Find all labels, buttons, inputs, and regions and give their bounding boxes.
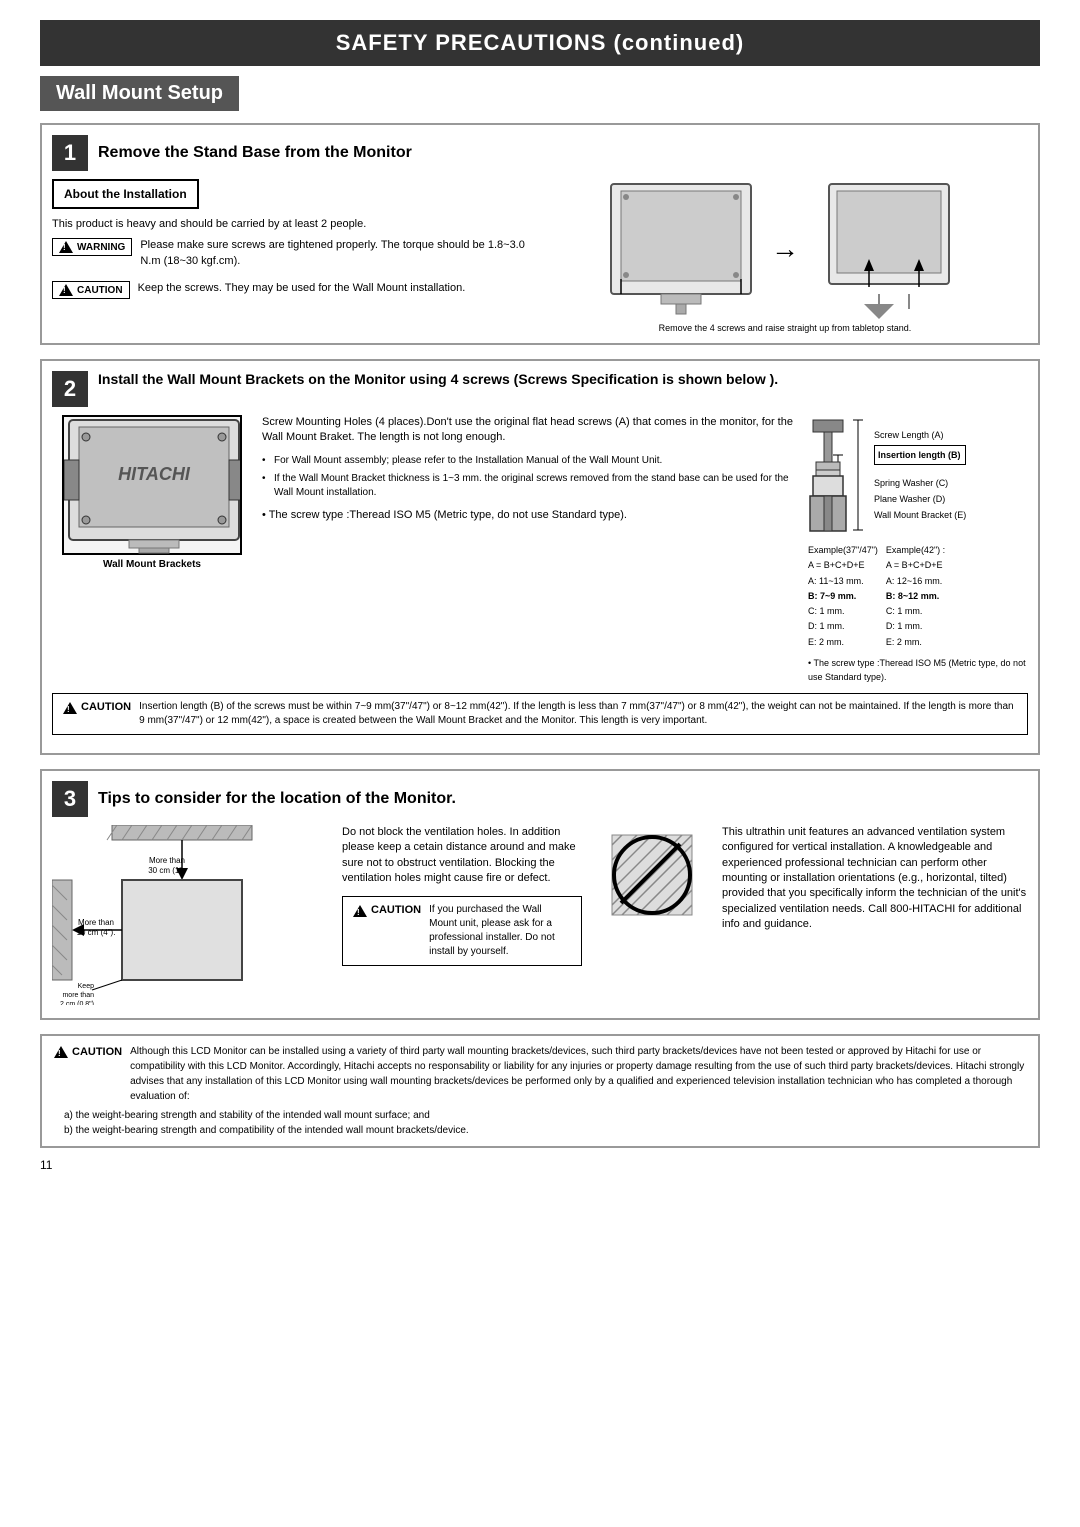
step2-screw-diagram: Screw Length (A) Insertion length (B) Sp…	[808, 415, 1028, 685]
diagram-caption: Remove the 4 screws and raise straight u…	[659, 323, 912, 333]
step3-title: Tips to consider for the location of the…	[98, 790, 456, 808]
step3-ventilation-text: Do not block the ventilation holes. In a…	[342, 825, 582, 1008]
step2-description: Screw Mounting Holes (4 places).Don't us…	[262, 415, 798, 685]
warning-text: Please make sure screws are tightened pr…	[140, 238, 532, 269]
step3-caution-label: CAUTION	[353, 903, 421, 918]
no-entry-svg	[602, 825, 702, 925]
bullet-item-2: If the Wall Mount Bracket thickness is 1…	[262, 472, 798, 500]
step3-content: More than 30 cm (1'). More than 10 cm (4…	[52, 825, 1028, 1008]
step3-number: 3	[52, 781, 88, 817]
step1-info-text: This product is heavy and should be carr…	[52, 217, 532, 232]
section-title: Wall Mount Setup	[40, 76, 239, 111]
bottom-caution-text: Although this LCD Monitor can be install…	[130, 1044, 1026, 1104]
svg-text:2 cm (0.8"): 2 cm (0.8")	[60, 1001, 94, 1005]
example42-col: Example(42") : A = B+C+D+E A: 12~16 mm. …	[886, 543, 945, 650]
svg-text:More than: More than	[149, 856, 185, 865]
step1-left: About the Installation This product is h…	[52, 179, 532, 333]
arrow-right-icon: →	[771, 233, 799, 265]
about-installation-box: About the Installation	[52, 179, 199, 209]
step2-caution-label: CAUTION	[63, 700, 131, 715]
bottom-caution-label: CAUTION	[54, 1044, 122, 1061]
page-header-title: SAFETY PRECAUTIONS (continued)	[336, 30, 745, 55]
caution-badge: CAUTION	[52, 281, 130, 299]
step2-bullet-list: For Wall Mount assembly; please refer to…	[262, 454, 798, 500]
svg-text:10 cm (4").: 10 cm (4").	[77, 928, 116, 937]
svg-text:HITACHI: HITACHI	[118, 464, 191, 484]
screw-type-note-right: • The screw type :Theread ISO M5 (Metric…	[808, 656, 1028, 685]
step1-title: Remove the Stand Base from the Monitor	[98, 144, 412, 162]
step1-right: → Remove the 4 screws and raise straigh	[542, 179, 1028, 333]
plane-washer-label: Plane Washer (D)	[874, 491, 966, 507]
caution-icon	[63, 702, 77, 714]
step1-container: 1 Remove the Stand Base from the Monitor…	[40, 123, 1040, 345]
svg-text:30 cm (1').: 30 cm (1').	[148, 866, 186, 875]
monitor-side-svg	[809, 179, 969, 319]
bottom-caution-list-a: a) the weight-bearing strength and stabi…	[54, 1108, 1026, 1123]
caution-row: CAUTION Keep the screws. They may be use…	[52, 281, 532, 302]
screw-type-note: • The screw type :Theread ISO M5 (Metric…	[262, 508, 798, 523]
step2-caution-bar: CAUTION Insertion length (B) of the scre…	[52, 693, 1028, 735]
step3-no-entry-diagram	[592, 825, 712, 1008]
insertion-length-label: Insertion length (B)	[874, 445, 966, 465]
step2-diagram: HITACHI Wall Mount Brackets	[52, 415, 252, 685]
monitor-front-svg	[601, 179, 761, 319]
step3-spacing-diagram: More than 30 cm (1'). More than 10 cm (4…	[52, 825, 332, 1008]
step3-caution-icon	[353, 905, 367, 917]
page-number: 11	[40, 1158, 1040, 1172]
svg-text:Keep: Keep	[78, 983, 94, 990]
step1-header: 1 Remove the Stand Base from the Monitor	[52, 135, 1028, 171]
step3-advanced-text: This ultrathin unit features an advanced…	[722, 825, 1028, 1008]
step1-number: 1	[52, 135, 88, 171]
step2-caution-text: Insertion length (B) of the screws must …	[139, 700, 1017, 728]
step3-container: 3 Tips to consider for the location of t…	[40, 769, 1040, 1020]
bullet-item-1: For Wall Mount assembly; please refer to…	[262, 454, 798, 468]
bottom-caution-list-b: b) the weight-bearing strength and compa…	[54, 1123, 1026, 1138]
hitachi-monitor-diagram: HITACHI	[62, 415, 242, 555]
step3-header: 3 Tips to consider for the location of t…	[52, 781, 1028, 817]
svg-text:more than: more than	[62, 992, 94, 999]
bottom-caution-inner: CAUTION Although this LCD Monitor can be…	[54, 1044, 1026, 1104]
step2-number: 2	[52, 371, 88, 407]
monitor-diagram-area: →	[601, 179, 969, 319]
step2-container: 2 Install the Wall Mount Brackets on the…	[40, 359, 1040, 755]
step2-title: Install the Wall Mount Brackets on the M…	[98, 371, 778, 387]
wall-mount-bracket-label: Wall Mount Bracket (E)	[874, 507, 966, 523]
warning-row: WARNING Please make sure screws are tigh…	[52, 238, 532, 275]
step1-content: About the Installation This product is h…	[52, 179, 1028, 333]
step3-caution-text: If you purchased the Wall Mount unit, pl…	[429, 903, 571, 959]
example37-col: Example(37"/47") A = B+C+D+E A: 11~13 mm…	[808, 543, 878, 650]
warning-badge: WARNING	[52, 238, 132, 256]
hitachi-monitor-svg: HITACHI	[64, 415, 240, 555]
screw-length-label: Screw Length (A)	[874, 427, 966, 443]
screw-spec-diagram: Screw Length (A) Insertion length (B) Sp…	[808, 415, 1028, 685]
warning-triangle-icon	[59, 241, 73, 253]
wall-mount-brackets-label: Wall Mount Brackets	[103, 559, 201, 570]
caution-triangle-icon	[59, 284, 73, 296]
spring-washer-label: Spring Washer (C)	[874, 475, 966, 491]
spacing-svg: More than 30 cm (1'). More than 10 cm (4…	[52, 825, 312, 1005]
screw-svg	[808, 415, 868, 535]
bottom-caution-section: CAUTION Although this LCD Monitor can be…	[40, 1034, 1040, 1148]
step2-header: 2 Install the Wall Mount Brackets on the…	[52, 371, 1028, 407]
page-header: SAFETY PRECAUTIONS (continued)	[40, 20, 1040, 66]
caution-text: Keep the screws. They may be used for th…	[138, 281, 466, 296]
step2-content: HITACHI Wall Mount Brackets Screw Mounti…	[52, 415, 1028, 685]
step3-caution-bar: CAUTION If you purchased the Wall Mount …	[342, 896, 582, 966]
bottom-caution-icon	[54, 1046, 68, 1058]
svg-text:More than: More than	[78, 918, 114, 927]
screw-holes-text: Screw Mounting Holes (4 places).Don't us…	[262, 415, 798, 446]
